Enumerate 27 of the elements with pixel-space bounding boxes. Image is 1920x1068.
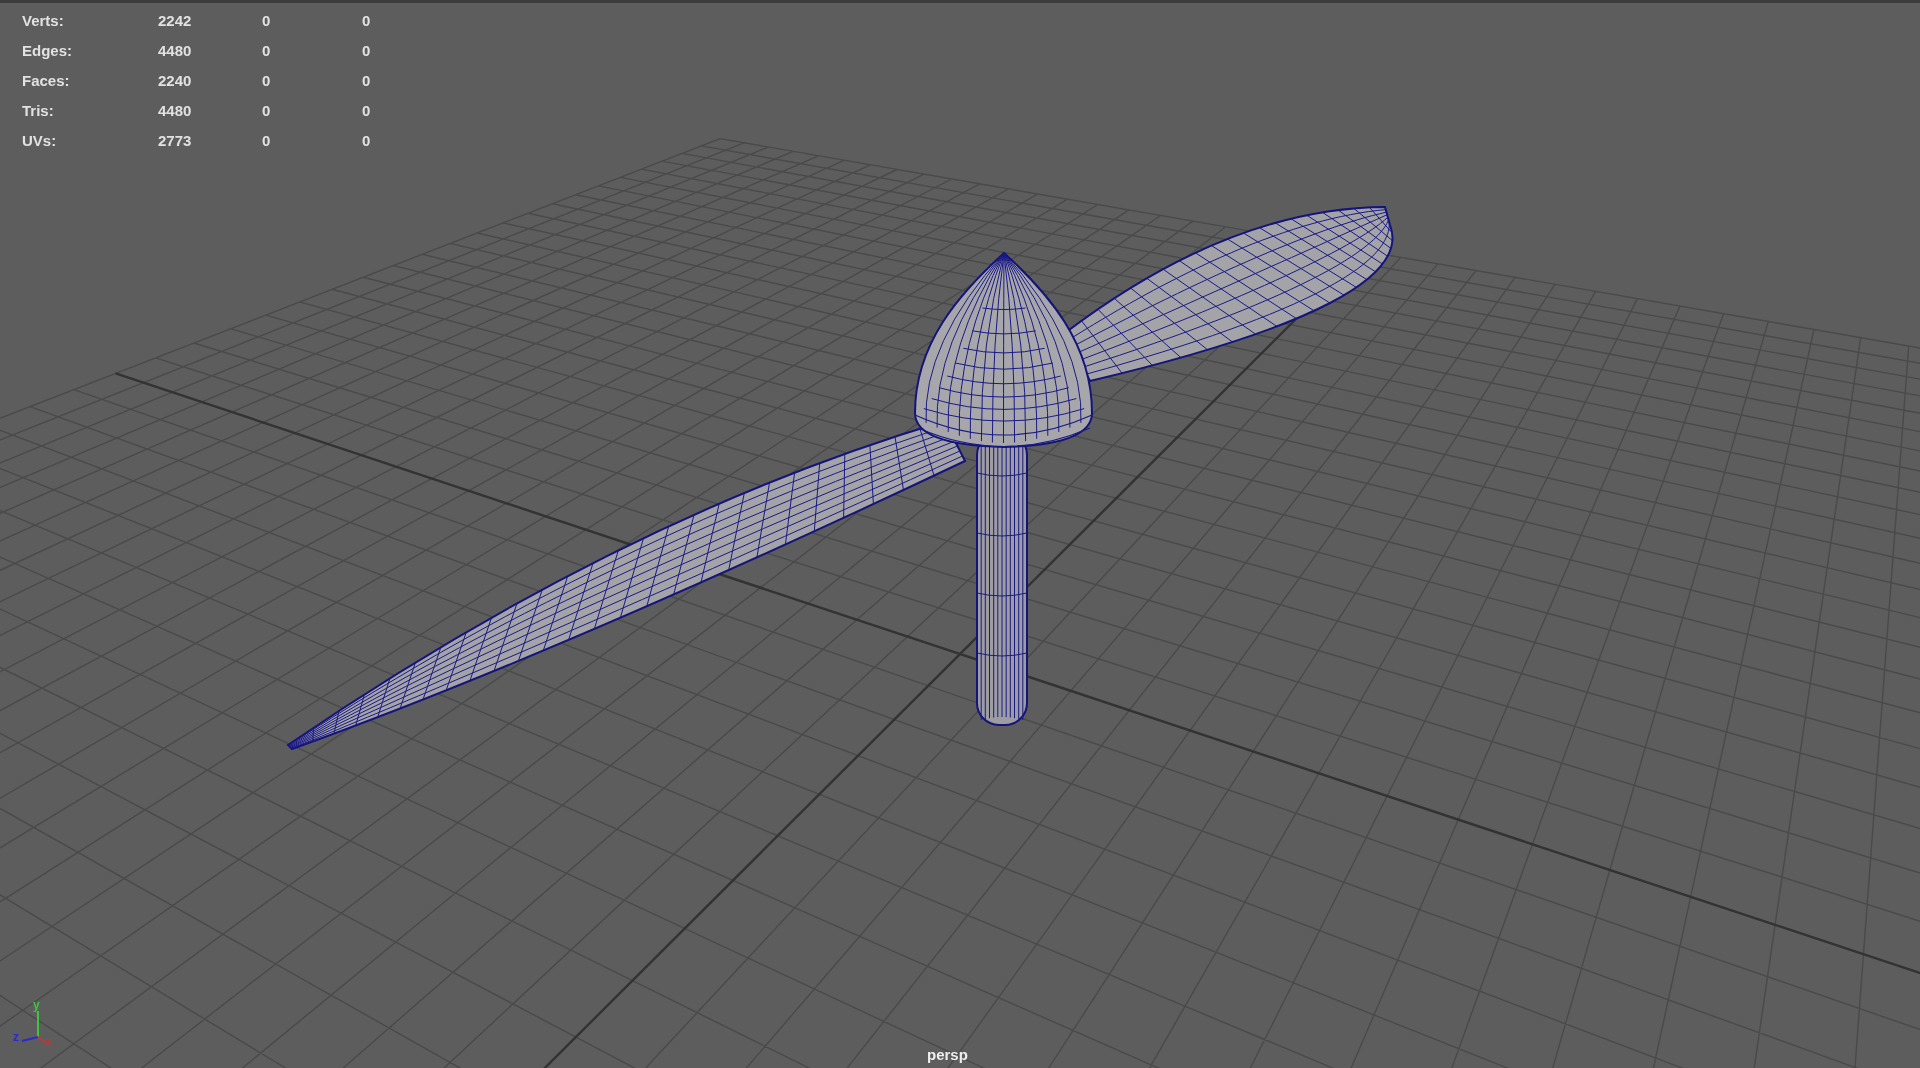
camera-label: persp bbox=[927, 1046, 968, 1063]
stat-value: 2240 bbox=[158, 71, 193, 89]
stat-value: 0 bbox=[262, 131, 272, 149]
stat-label: Edges: bbox=[22, 41, 73, 59]
stat-value: 0 bbox=[262, 11, 272, 29]
viewport-canvas[interactable]: Verts: 2242 0 0 Edges: 4480 0 0 Faces: 2240 0 0 Tris: 4480 0 0 UVs: 2773 0 0 y z x persp bbox=[0, 0, 1920, 1068]
stat-label: Verts: bbox=[22, 11, 65, 29]
stat-value: 0 bbox=[362, 71, 371, 89]
stat-value: 2242 bbox=[158, 11, 193, 29]
stat-value: 0 bbox=[362, 41, 371, 59]
stat-label: Tris: bbox=[22, 101, 55, 119]
stat-value: 0 bbox=[262, 41, 272, 59]
stat-value: 0 bbox=[262, 101, 272, 119]
stat-label: Faces: bbox=[22, 71, 71, 89]
stat-value: 4480 bbox=[158, 41, 193, 59]
stat-value: 0 bbox=[362, 131, 371, 149]
stat-value: 4480 bbox=[158, 101, 193, 119]
axis-gizmo-icon bbox=[21, 1010, 47, 1044]
stat-value: 0 bbox=[362, 11, 371, 29]
propeller-drawing[interactable] bbox=[287, 206, 1394, 750]
stat-value: 0 bbox=[262, 71, 272, 89]
axis-label: z bbox=[13, 1031, 19, 1043]
axis-label: x bbox=[46, 1037, 52, 1047]
axis-label: y bbox=[33, 999, 40, 1011]
stat-value: 2773 bbox=[158, 131, 193, 149]
stat-label: UVs: bbox=[22, 131, 58, 149]
stat-value: 0 bbox=[362, 101, 371, 119]
